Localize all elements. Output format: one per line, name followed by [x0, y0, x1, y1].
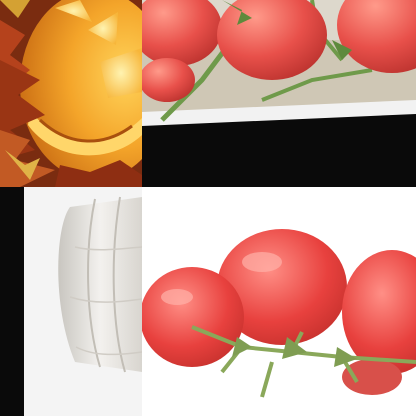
tomatoes-white-image — [142, 187, 416, 416]
photo-tile-tomatoes-on-white — [142, 187, 416, 416]
black-band — [142, 114, 416, 187]
jack-o-lantern-image — [0, 0, 142, 187]
photo-tile-tomatoes-on-vine — [142, 0, 416, 187]
tomatoes-vine-image — [142, 0, 416, 187]
photo-tile-white-pumpkin — [0, 187, 142, 416]
photo-tile-jack-o-lantern — [0, 0, 142, 187]
white-pumpkin-image — [0, 187, 142, 416]
